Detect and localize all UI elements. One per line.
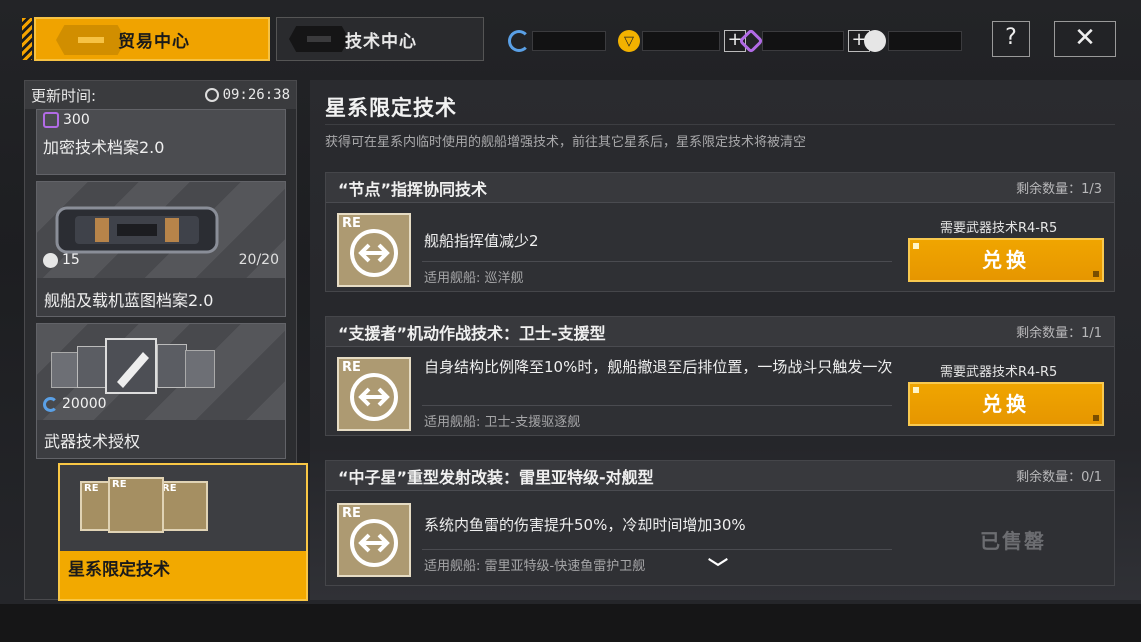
pen-icon (117, 352, 149, 388)
tech-module-icon: RE (337, 503, 411, 577)
item-requirement: 需要武器技术R4-R5 (940, 365, 1058, 380)
tech-module-icon: RE (108, 477, 164, 533)
item-name: 加密技术档案2.0 (43, 138, 165, 157)
item-name: “节点”指挥协同技术 (338, 179, 488, 199)
item-cost: 300 (43, 112, 90, 128)
item-name: “支援者”机动作战技术：卫士-支援型 (338, 323, 606, 343)
shop-item-encrypted-archive[interactable]: 300 加密技术档案2.0 (36, 109, 286, 175)
item-header: “节点”指挥协同技术 剩余数量：1/3 (326, 173, 1114, 203)
purple-token-icon (738, 28, 764, 54)
divider (422, 549, 892, 550)
item-body: RE 舰船指挥值减少2 适用舰船: 巡洋舰 需要武器技术R4-R5 兑换 (326, 203, 1114, 291)
weapon-card-icon (185, 350, 215, 388)
item-name: 星系限定技术 (68, 560, 170, 580)
clock-icon (204, 88, 219, 102)
tab-chip-icon (56, 25, 126, 55)
credit-icon (508, 30, 530, 52)
tech-item: “节点”指挥协同技术 剩余数量：1/3 RE 舰船指挥值减少2 适用舰船: 巡洋… (325, 172, 1115, 292)
currency-gold: ▽ + (618, 30, 746, 52)
weapon-card-icon (77, 346, 107, 388)
sold-out-label: 已售罄 (980, 529, 1046, 553)
page-subtitle: 获得可在星系内临时使用的舰船增强技术，前往其它星系后，星系限定技术将被清空 (325, 135, 807, 150)
purple-token-icon (43, 112, 59, 128)
item-cost-value: 15 (62, 252, 80, 268)
refresh-time: 09:26:38 (222, 87, 290, 103)
tech-point-icon (43, 252, 58, 268)
item-stock: 20/20 (238, 252, 279, 268)
chevron-down-icon[interactable]: ﹀ (708, 552, 728, 581)
close-button[interactable]: ✕ (1054, 21, 1116, 57)
pen-card-icon (105, 338, 157, 394)
refresh-timer: 更新时间: 09:26:38 (25, 81, 296, 109)
exchange-button[interactable]: 兑换 (908, 382, 1104, 426)
tab-tech-center[interactable]: 技术中心 (276, 17, 484, 61)
item-description: 系统内鱼雷的伤害提升50%，冷却时间增加30% (424, 516, 746, 534)
bottom-bar (0, 604, 1141, 642)
item-remaining: 剩余数量：0/1 (1016, 470, 1102, 485)
tech-module-icon: RE (337, 357, 411, 431)
currency-credit (508, 30, 606, 52)
item-remaining: 剩余数量：1/1 (1016, 326, 1102, 341)
item-cost: 20000 (43, 396, 107, 412)
tech-item: “支援者”机动作战技术：卫士-支援型 剩余数量：1/1 RE 自身结构比例降至1… (325, 316, 1115, 436)
item-requirement: 需要武器技术R4-R5 (940, 221, 1058, 236)
item-header: “支援者”机动作战技术：卫士-支援型 剩余数量：1/1 (326, 317, 1114, 347)
item-ship-type: 适用舰船: 卫士-支援驱逐舰 (424, 415, 581, 430)
item-description: 舰船指挥值减少2 (424, 232, 539, 250)
divider (422, 261, 892, 262)
shop-item-weapon-license[interactable]: 20000 武器技术授权 (36, 323, 286, 459)
credit-icon (43, 396, 58, 412)
tech-point-value (888, 31, 962, 51)
gold-value (642, 31, 720, 51)
item-cost: 15 (43, 252, 80, 268)
item-description: 自身结构比例降至10%时，舰船撤退至后排位置，一场战斗只触发一次 (424, 358, 893, 376)
tech-module-icon: RE (337, 213, 411, 287)
shop-item-galaxy-tech-selected[interactable]: RE RE RE 星系限定技术 (58, 463, 308, 601)
exchange-button[interactable]: 兑换 (908, 238, 1104, 282)
tab-chip-icon (289, 26, 349, 52)
gold-icon: ▽ (618, 30, 640, 52)
item-image: RE RE RE (60, 465, 306, 551)
currency-tech-point (864, 30, 962, 52)
shop-item-ship-blueprint[interactable]: 15 20/20 舰船及载机蓝图档案2.0 (36, 181, 286, 317)
item-body: RE 自身结构比例降至10%时，舰船撤退至后排位置，一场战斗只触发一次 适用舰船… (326, 347, 1114, 435)
top-bar: 贸易中心 技术中心 ▽ + + ? ✕ (0, 0, 1141, 78)
purple-value (762, 31, 844, 51)
item-ship-type: 适用舰船: 雷里亚特级-快速鱼雷护卫舰 (424, 559, 646, 574)
weapon-card-icon (157, 344, 187, 388)
item-cost-value: 300 (63, 112, 90, 128)
tech-point-icon (864, 30, 886, 52)
item-name: 武器技术授权 (37, 420, 285, 458)
tech-module-icon: RE (158, 481, 208, 531)
help-button[interactable]: ? (992, 21, 1030, 57)
currency-purple: + (738, 28, 870, 54)
title-divider (325, 124, 1115, 125)
item-cost-value: 20000 (62, 396, 107, 412)
tab-trade-label: 贸易中心 (118, 31, 190, 52)
item-remaining: 剩余数量：1/3 (1016, 182, 1102, 197)
tab-tech-label: 技术中心 (345, 31, 417, 52)
divider (422, 405, 892, 406)
refresh-label: 更新时间: (31, 86, 97, 105)
item-header: “中子星”重型发射改装：雷里亚特级-对舰型 剩余数量：0/1 (326, 461, 1114, 491)
item-ship-type: 适用舰船: 巡洋舰 (424, 271, 524, 286)
page-title: 星系限定技术 (325, 96, 457, 120)
item-name: “中子星”重型发射改装：雷里亚特级-对舰型 (338, 467, 654, 487)
tab-trade-center[interactable]: 贸易中心 (34, 17, 270, 61)
item-name: 舰船及载机蓝图档案2.0 (37, 278, 285, 316)
credit-value (532, 31, 606, 51)
accent-stripe (22, 18, 32, 60)
